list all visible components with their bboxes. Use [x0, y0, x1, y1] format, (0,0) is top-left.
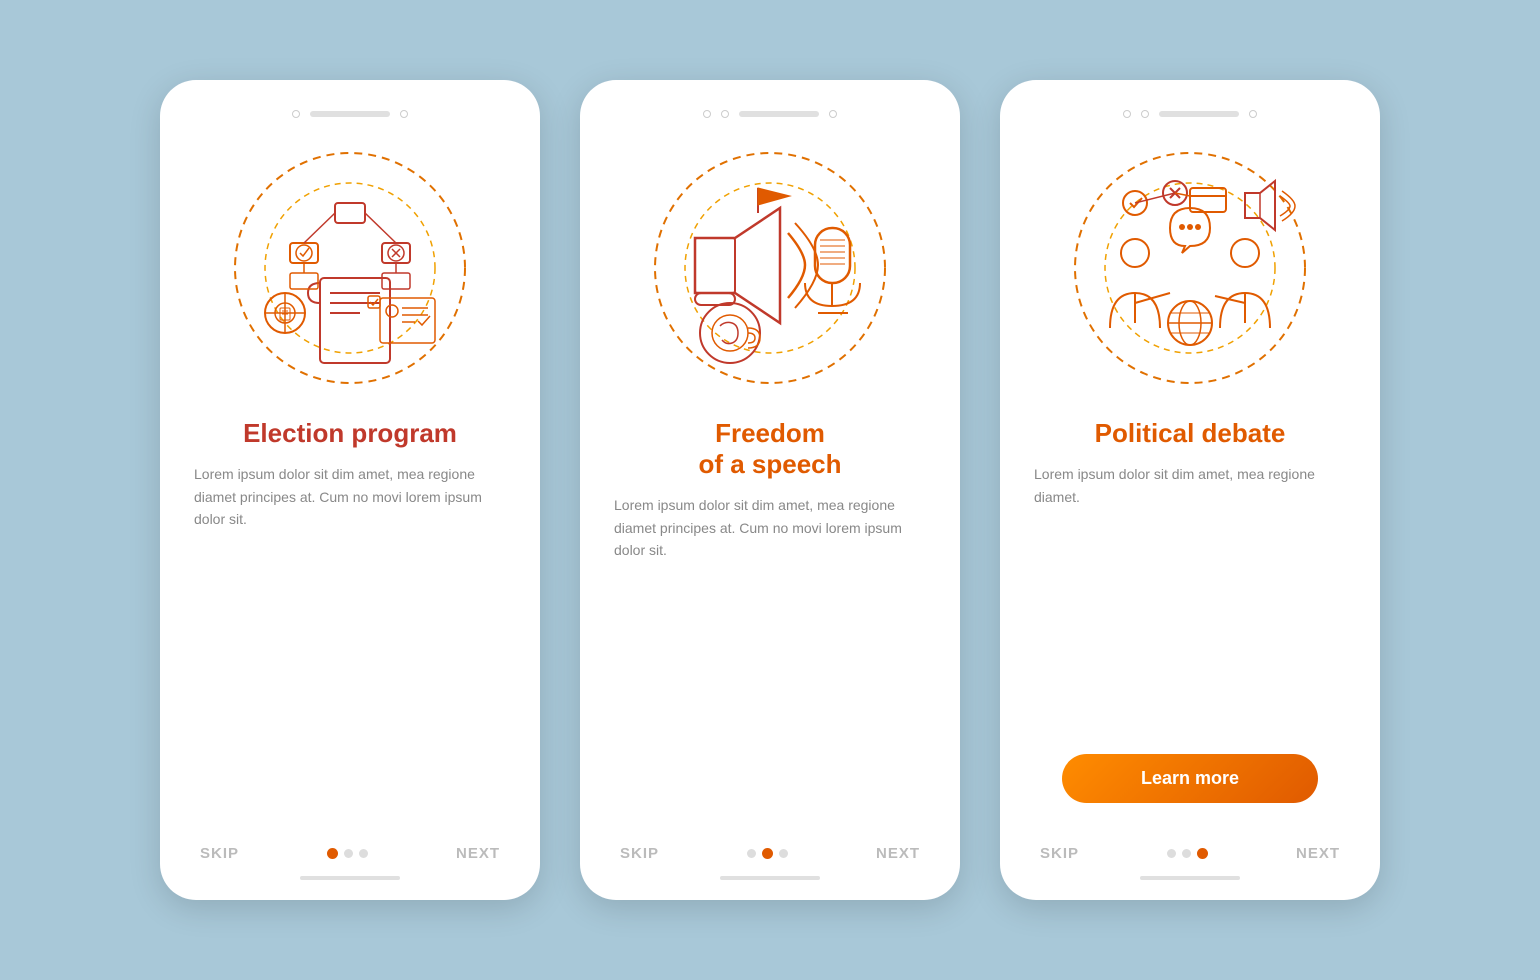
phone-bar-1: [310, 111, 390, 117]
nav-dot-1-3: [359, 849, 368, 858]
screen-2-description: Lorem ipsum dolor sit dim amet, mea regi…: [610, 494, 930, 561]
nav-dot-2-3: [779, 849, 788, 858]
indicator-dot-7: [1141, 110, 1149, 118]
screen-1-title: Election program: [243, 418, 457, 449]
illustration-1: [220, 138, 480, 398]
screen-2-title: Freedom of a speech: [698, 418, 841, 480]
screen-3-description: Lorem ipsum dolor sit dim amet, mea regi…: [1030, 463, 1350, 508]
screens-container: Election program Lorem ipsum dolor sit d…: [160, 80, 1380, 900]
nav-dot-1-1: [327, 848, 338, 859]
screen-3-nav-dots: [1167, 848, 1208, 859]
screen-1-next[interactable]: NEXT: [456, 845, 500, 862]
top-bar-1: [190, 110, 510, 118]
nav-dot-3-1: [1167, 849, 1176, 858]
top-bar-3: [1030, 110, 1350, 118]
indicator-dot-1: [292, 110, 300, 118]
nav-dot-3-3: [1197, 848, 1208, 859]
nav-dot-1-2: [344, 849, 353, 858]
screen-3: Political debate Lorem ipsum dolor sit d…: [1000, 80, 1380, 900]
learn-more-button[interactable]: Learn more: [1062, 754, 1318, 803]
screen-3-title: Political debate: [1095, 418, 1286, 449]
screen-3-next[interactable]: NEXT: [1296, 845, 1340, 862]
indicator-dot-6: [1123, 110, 1131, 118]
screen-1-nav-dots: [327, 848, 368, 859]
screen-3-skip[interactable]: SKIP: [1040, 845, 1079, 862]
indicator-dot-5: [829, 110, 837, 118]
screen-2-skip[interactable]: SKIP: [620, 845, 659, 862]
screen-2-bottom-nav: SKIP NEXT: [610, 833, 930, 862]
top-bar-2: [610, 110, 930, 118]
phone-bar-3: [1159, 111, 1239, 117]
screen-1: Election program Lorem ipsum dolor sit d…: [160, 80, 540, 900]
nav-dot-2-2: [762, 848, 773, 859]
screen-2: Freedom of a speech Lorem ipsum dolor si…: [580, 80, 960, 900]
screen-1-home-bar: [300, 876, 400, 880]
screen-2-nav-dots: [747, 848, 788, 859]
phone-bar-2: [739, 111, 819, 117]
screen-3-home-bar: [1140, 876, 1240, 880]
screen-2-next[interactable]: NEXT: [876, 845, 920, 862]
screen-1-description: Lorem ipsum dolor sit dim amet, mea regi…: [190, 463, 510, 530]
screen-3-bottom-nav: SKIP NEXT: [1030, 833, 1350, 862]
illustration-3: [1060, 138, 1320, 398]
indicator-dot-8: [1249, 110, 1257, 118]
indicator-dot-3: [703, 110, 711, 118]
indicator-dot-4: [721, 110, 729, 118]
nav-dot-3-2: [1182, 849, 1191, 858]
screen-1-bottom-nav: SKIP NEXT: [190, 833, 510, 862]
indicator-dot-2: [400, 110, 408, 118]
nav-dot-2-1: [747, 849, 756, 858]
illustration-2: [640, 138, 900, 398]
screen-2-home-bar: [720, 876, 820, 880]
screen-1-skip[interactable]: SKIP: [200, 845, 239, 862]
